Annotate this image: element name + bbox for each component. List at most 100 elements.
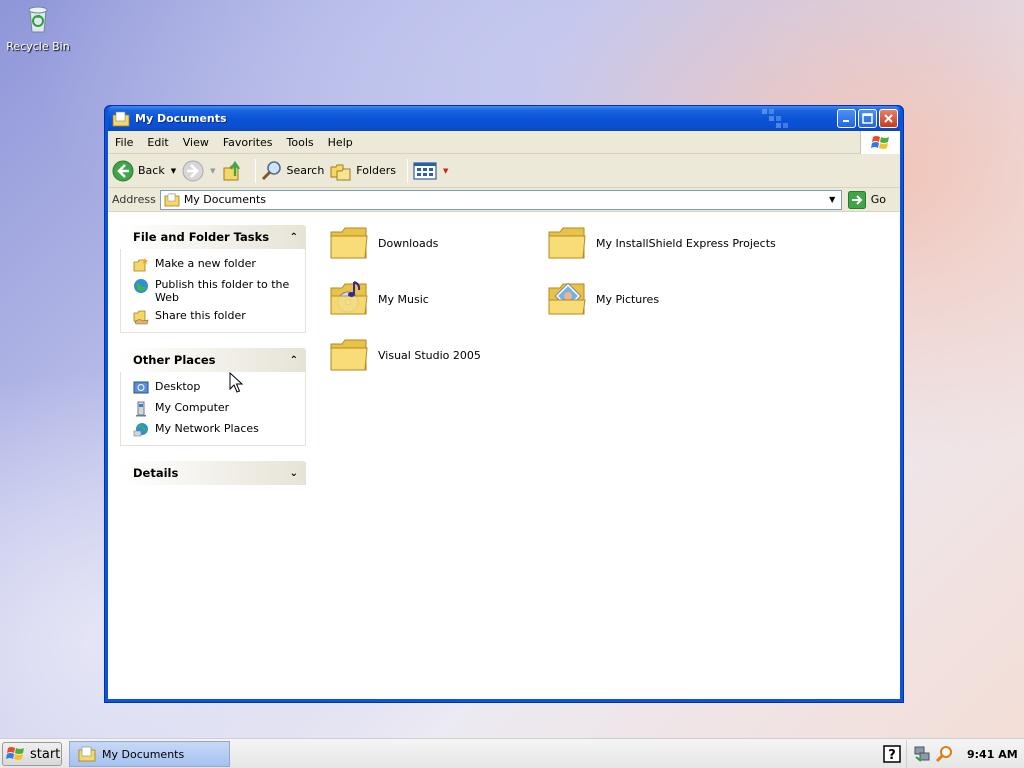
other-places-panel: Other Places ⌃ Desktop My Computer My Ne… — [120, 348, 306, 446]
folders-button[interactable]: Folders — [330, 160, 396, 182]
start-button[interactable]: start — [2, 742, 62, 766]
start-label: start — [30, 746, 61, 762]
folder-icon — [330, 227, 368, 259]
help-icon[interactable]: ? — [883, 745, 901, 763]
menu-help[interactable]: Help — [321, 136, 360, 149]
windows-logo-icon — [6, 747, 24, 760]
taskbar-button-my-documents[interactable]: My Documents — [69, 741, 230, 767]
minimize-button[interactable] — [837, 109, 856, 128]
folder-downloads[interactable]: Downloads — [328, 222, 438, 264]
folders-icon — [330, 164, 351, 180]
folder-content-view: Downloads My InstallShield Express Proje… — [328, 213, 900, 699]
task-share-folder[interactable]: Share this folder — [133, 309, 299, 325]
file-folder-tasks-title: File and Folder Tasks — [133, 230, 270, 244]
forward-button[interactable]: ▼ — [182, 160, 216, 182]
place-my-computer[interactable]: My Computer — [133, 401, 299, 417]
window-client: File Edit View Favorites Tools Help Back… — [108, 131, 900, 699]
pictures-folder-icon — [548, 282, 586, 315]
search-icon — [261, 160, 281, 180]
menu-bar: File Edit View Favorites Tools Help — [108, 131, 900, 154]
place-my-network-places[interactable]: My Network Places — [133, 422, 299, 438]
address-bar: Address My Documents ▼ Go — [108, 188, 900, 212]
search-tray-icon[interactable] — [935, 745, 953, 763]
collapse-chevron-icon[interactable]: ⌃ — [290, 355, 298, 366]
folder-my-installshield-express-projects[interactable]: My InstallShield Express Projects — [546, 222, 776, 264]
my-documents-small-icon — [78, 746, 96, 762]
folder-label: My InstallShield Express Projects — [596, 236, 776, 250]
share-folder-icon — [133, 310, 149, 325]
collapse-chevron-icon[interactable]: ⌃ — [290, 232, 298, 243]
maximize-button[interactable] — [858, 109, 877, 128]
my-documents-icon — [112, 111, 130, 126]
go-button[interactable]: Go — [847, 190, 886, 209]
menu-edit[interactable]: Edit — [140, 136, 175, 149]
folders-label: Folders — [356, 164, 397, 177]
desktop-icon-recycle-bin[interactable]: Recycle Bin — [6, 2, 70, 53]
views-button[interactable]: ▼ — [413, 161, 448, 181]
svg-text:?: ? — [888, 748, 896, 763]
back-label: Back — [138, 164, 165, 177]
my-documents-small-icon — [164, 193, 180, 206]
window-title: My Documents — [135, 112, 227, 125]
place-label: My Computer — [155, 401, 230, 414]
views-icon — [413, 161, 437, 180]
views-dropdown-icon[interactable]: ▼ — [443, 167, 448, 175]
network-places-icon — [133, 423, 148, 437]
menu-tools[interactable]: Tools — [280, 136, 321, 149]
search-label: Search — [286, 164, 325, 177]
other-places-header[interactable]: Other Places ⌃ — [120, 348, 306, 372]
minimize-icon — [843, 120, 849, 122]
new-folder-icon — [133, 258, 148, 272]
windows-flag-area — [860, 131, 900, 154]
recycle-bin-label: Recycle Bin — [6, 40, 70, 53]
toolbar: Back ▼ ▼ Search Folders ▼ — [108, 154, 900, 188]
title-bar[interactable]: My Documents — [108, 106, 900, 131]
music-folder-icon — [330, 281, 368, 315]
back-dropdown-icon[interactable]: ▼ — [171, 167, 176, 175]
folder-visual-studio-2005[interactable]: Visual Studio 2005 — [328, 334, 481, 376]
address-input[interactable]: My Documents ▼ — [159, 189, 842, 210]
details-header[interactable]: Details ⌄ — [120, 461, 306, 485]
title-pattern-icon — [762, 109, 788, 128]
details-panel: Details ⌄ — [120, 461, 306, 485]
forward-arrow-icon — [182, 160, 204, 181]
folder-my-pictures[interactable]: My Pictures — [546, 278, 659, 320]
expand-chevron-icon[interactable]: ⌄ — [290, 468, 298, 479]
toolbar-separator — [254, 158, 256, 183]
folder-label: Visual Studio 2005 — [378, 348, 481, 362]
file-folder-tasks-panel: File and Folder Tasks ⌃ Make a new folde… — [120, 225, 306, 333]
close-button[interactable] — [879, 109, 898, 128]
windows-flag-icon — [870, 135, 889, 149]
mouse-cursor-icon — [229, 372, 243, 393]
up-button[interactable] — [222, 160, 244, 182]
search-button[interactable]: Search — [261, 160, 325, 182]
task-pane: File and Folder Tasks ⌃ Make a new folde… — [108, 213, 318, 699]
address-value: My Documents — [183, 193, 267, 206]
task-publish-to-web[interactable]: Publish this folder to the Web — [133, 278, 299, 304]
menu-file[interactable]: File — [108, 136, 140, 149]
address-dropdown-icon[interactable]: ▼ — [824, 191, 841, 209]
other-places-title: Other Places — [133, 353, 216, 367]
back-button[interactable]: Back ▼ — [112, 160, 176, 182]
task-make-new-folder[interactable]: Make a new folder — [133, 257, 299, 273]
folder-my-music[interactable]: My Music — [328, 278, 429, 320]
network-tray-icon[interactable] — [913, 745, 931, 763]
details-title: Details — [133, 466, 179, 480]
menu-view[interactable]: View — [176, 136, 216, 149]
file-folder-tasks-header[interactable]: File and Folder Tasks ⌃ — [120, 225, 306, 249]
place-label: My Network Places — [155, 422, 259, 435]
menu-favorites[interactable]: Favorites — [216, 136, 280, 149]
recycle-bin-icon — [28, 6, 48, 33]
globe-icon — [134, 279, 148, 293]
place-desktop[interactable]: Desktop — [133, 380, 299, 396]
explorer-window: My Documents File Edit View Favorites To… — [104, 105, 904, 703]
taskbar: start My Documents ? 9:41 AM — [0, 738, 1024, 768]
maximize-icon — [862, 113, 873, 124]
place-label: Desktop — [155, 380, 201, 393]
close-icon — [884, 114, 893, 123]
go-arrow-icon — [847, 190, 866, 209]
system-tray: 9:41 AM — [906, 740, 1024, 768]
forward-dropdown-icon[interactable]: ▼ — [210, 167, 215, 175]
task-label: Share this folder — [155, 309, 246, 322]
my-computer-icon — [136, 401, 146, 417]
